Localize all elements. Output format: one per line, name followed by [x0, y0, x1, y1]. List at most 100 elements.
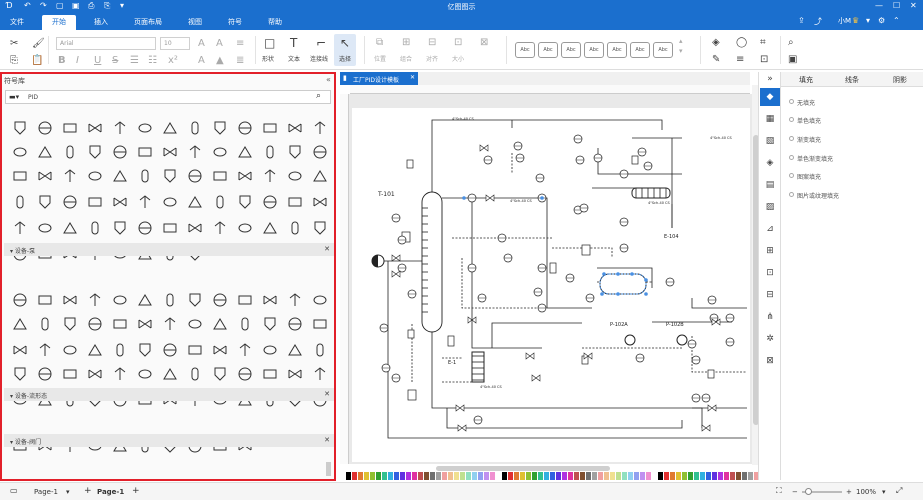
library-symbol[interactable] [237, 342, 253, 358]
palette-swatch[interactable] [700, 472, 705, 480]
library-symbol[interactable] [87, 366, 103, 382]
library-symbol[interactable] [12, 120, 28, 136]
menu-symbols[interactable]: 符号 [228, 17, 242, 27]
library-symbol[interactable] [237, 120, 253, 136]
export-icon[interactable]: ⊠ [764, 356, 776, 368]
library-symbol[interactable] [312, 220, 328, 236]
line-color-icon[interactable]: ✎ [712, 54, 720, 65]
palette-swatch[interactable] [562, 472, 567, 480]
selection-handle[interactable] [630, 272, 634, 276]
palette-swatch[interactable] [358, 472, 363, 480]
palette-swatch[interactable] [484, 472, 489, 480]
style-preset-6[interactable]: Abc [630, 42, 650, 58]
document-icon[interactable]: ▤ [764, 180, 776, 192]
pages-icon[interactable]: ▦ [764, 114, 776, 126]
library-symbol[interactable] [287, 120, 303, 136]
library-symbol[interactable] [37, 194, 53, 210]
spec-label[interactable]: 4"Sch-40 CS [648, 201, 670, 205]
format-painter-icon[interactable]: 🖌 [32, 38, 45, 49]
equipment-box[interactable] [707, 369, 715, 379]
option-picture-fill[interactable]: 图片或纹理填充 [789, 191, 839, 200]
library-symbol[interactable] [87, 144, 103, 160]
library-symbol[interactable] [287, 220, 303, 236]
pipe-line[interactable] [692, 407, 703, 428]
align-panel-icon[interactable]: ⊟ [764, 290, 776, 302]
close-tab-icon[interactable]: ✕ [410, 74, 415, 81]
mind-map-icon[interactable]: ⊡ [764, 268, 776, 280]
paste-icon[interactable]: 📋 [31, 55, 43, 66]
library-symbol[interactable] [312, 194, 328, 210]
valve[interactable] [707, 404, 717, 412]
selection-handle[interactable] [644, 292, 648, 296]
palette-swatch[interactable] [580, 472, 585, 480]
palette-swatch[interactable] [718, 472, 723, 480]
hierarchy-icon[interactable]: ⋔ [764, 312, 776, 324]
library-symbol[interactable] [137, 194, 153, 210]
valve[interactable] [391, 270, 401, 278]
palette-swatch[interactable] [634, 472, 639, 480]
palette-swatch[interactable] [352, 472, 357, 480]
pump-p102b[interactable] [676, 334, 688, 346]
palette-swatch[interactable] [586, 472, 591, 480]
bold-icon[interactable]: B [58, 55, 66, 66]
library-symbol[interactable] [37, 366, 53, 382]
library-symbol[interactable] [212, 342, 228, 358]
library-symbol[interactable] [112, 220, 128, 236]
highlight-color-icon[interactable]: ▲ [216, 55, 224, 66]
menu-home[interactable]: 开始 [42, 15, 76, 30]
pump-p102a[interactable] [624, 334, 636, 346]
fill-color-icon[interactable]: ◈ [712, 37, 720, 48]
palette-swatch[interactable] [520, 472, 525, 480]
palette-swatch[interactable] [694, 472, 699, 480]
library-symbol[interactable] [162, 342, 178, 358]
library-symbol[interactable] [187, 144, 203, 160]
spec-label[interactable]: 4"Sch-40 CS [452, 117, 474, 121]
library-symbol[interactable] [112, 168, 128, 184]
library-symbol[interactable] [62, 144, 78, 160]
library-symbol[interactable] [312, 168, 328, 184]
settings-icon[interactable]: ⚙ [878, 16, 885, 25]
library-symbol[interactable] [62, 220, 78, 236]
style-preset-3[interactable]: Abc [561, 42, 581, 58]
style-preset-2[interactable]: Abc [538, 42, 558, 58]
palette-swatch[interactable] [454, 472, 459, 480]
library-symbol[interactable] [287, 292, 303, 308]
library-scrollbar[interactable] [326, 462, 331, 476]
upload-icon[interactable]: ⤴ [814, 16, 822, 27]
tab-shadow[interactable]: 阴影 [893, 75, 907, 85]
palette-swatch[interactable] [418, 472, 423, 480]
selection-handle[interactable] [616, 292, 620, 296]
pipe-line[interactable] [691, 298, 747, 309]
palette-swatch[interactable] [544, 472, 549, 480]
palette-swatch[interactable] [364, 472, 369, 480]
equipment-box[interactable] [549, 262, 557, 274]
palette-swatch[interactable] [610, 472, 615, 480]
library-symbol[interactable] [212, 144, 228, 160]
valve[interactable] [525, 352, 535, 360]
font-size-select[interactable]: 10 [160, 37, 190, 50]
shape-style-icon[interactable]: ◯ [736, 37, 747, 48]
valve[interactable] [455, 404, 465, 412]
library-symbol[interactable] [62, 366, 78, 382]
library-symbol[interactable] [262, 220, 278, 236]
library-symbol[interactable] [62, 168, 78, 184]
menu-help[interactable]: 帮助 [268, 17, 282, 27]
palette-swatch[interactable] [652, 472, 657, 480]
library-symbol[interactable] [262, 120, 278, 136]
library-symbol[interactable] [12, 220, 28, 236]
library-symbol[interactable] [12, 292, 28, 308]
category-header-flow[interactable]: ▾ 设备-流形态 ✕ [4, 388, 334, 401]
style-preset-1[interactable]: Abc [515, 42, 535, 58]
horizontal-scroll-thumb[interactable] [436, 466, 610, 471]
valve[interactable] [531, 374, 541, 382]
palette-swatch[interactable] [340, 472, 345, 480]
document-tab[interactable]: ▮ 工厂PID设计模板 ✕ [340, 72, 418, 85]
collapse-ribbon-icon[interactable]: ⌃ [893, 16, 900, 25]
group-button[interactable]: 组合 [400, 54, 412, 63]
library-symbol[interactable] [312, 366, 328, 382]
library-symbol[interactable] [162, 120, 178, 136]
equipment-box[interactable] [631, 155, 639, 165]
library-symbol[interactable] [212, 316, 228, 332]
library-symbol[interactable] [312, 144, 328, 160]
column-t101[interactable] [421, 191, 443, 333]
